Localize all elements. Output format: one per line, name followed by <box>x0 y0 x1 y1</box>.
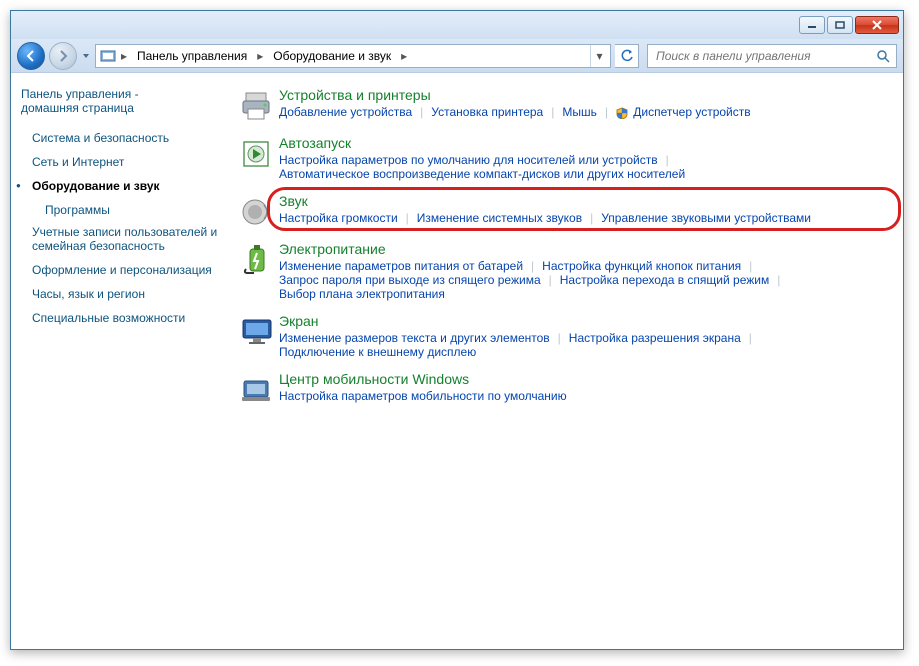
maximize-button[interactable] <box>827 16 853 34</box>
category-title[interactable]: Электропитание <box>279 241 889 257</box>
link-separator: | <box>777 273 780 287</box>
task-link[interactable]: Запрос пароля при выходе из спящего режи… <box>279 273 541 287</box>
back-button[interactable] <box>17 42 45 70</box>
chevron-right-icon[interactable]: ▸ <box>118 49 130 63</box>
minimize-button[interactable] <box>799 16 825 34</box>
task-link[interactable]: Выбор плана электропитания <box>279 287 445 301</box>
sidebar-item-0[interactable]: Система и безопасность <box>21 127 221 149</box>
sound-icon <box>235 193 279 229</box>
breadcrumb-dropdown[interactable]: ▾ <box>590 45 608 67</box>
link-separator: | <box>666 153 669 167</box>
link-separator: | <box>590 211 593 225</box>
address-bar: ▸ Панель управления ▸ Оборудование и зву… <box>11 39 903 73</box>
task-link[interactable]: Изменение параметров питания от батарей <box>279 259 523 273</box>
search-icon <box>876 49 890 63</box>
category-title[interactable]: Звук <box>279 193 889 209</box>
link-separator: | <box>531 259 534 273</box>
chevron-right-icon[interactable]: ▸ <box>398 49 410 63</box>
content-area: Панель управления - домашняя страница Си… <box>11 73 903 649</box>
link-separator: | <box>558 331 561 345</box>
link-separator: | <box>749 331 752 345</box>
task-link[interactable]: Настройка разрешения экрана <box>569 331 741 345</box>
task-link[interactable]: Настройка параметров мобильности по умол… <box>279 389 567 403</box>
sidebar-home-link[interactable]: Панель управления - домашняя страница <box>21 87 221 115</box>
autoplay-icon <box>235 135 279 181</box>
category-title[interactable]: Устройства и принтеры <box>279 87 889 103</box>
breadcrumb-root[interactable]: Панель управления <box>130 45 254 67</box>
link-separator: | <box>605 105 608 119</box>
link-separator: | <box>549 273 552 287</box>
sidebar-item-7[interactable]: Специальные возможности <box>21 307 221 329</box>
link-separator: | <box>406 211 409 225</box>
category-display: Экран Изменение размеров текста и других … <box>235 313 889 359</box>
shield-icon <box>616 107 628 119</box>
breadcrumb-current[interactable]: Оборудование и звук <box>266 45 398 67</box>
sidebar-item-4[interactable]: Учетные записи пользователей и семейная … <box>21 221 221 257</box>
search-box[interactable] <box>647 44 897 68</box>
link-separator: | <box>420 105 423 119</box>
task-link[interactable]: Настройка функций кнопок питания <box>542 259 741 273</box>
sidebar-item-1[interactable]: Сеть и Интернет <box>21 151 221 173</box>
task-link[interactable]: Установка принтера <box>431 105 543 119</box>
minimize-icon <box>807 21 817 29</box>
category-mobility: Центр мобильности Windows Настройка парам… <box>235 371 889 407</box>
sidebar: Панель управления - домашняя страница Си… <box>11 73 221 649</box>
task-link[interactable]: Подключение к внешнему дисплею <box>279 345 476 359</box>
task-link[interactable]: Управление звуковыми устройствами <box>601 211 811 225</box>
close-icon <box>871 20 883 30</box>
category-printer: Устройства и принтеры Добавление устройст… <box>235 87 889 123</box>
back-arrow-icon <box>24 49 38 63</box>
control-panel-window: ▸ Панель управления ▸ Оборудование и зву… <box>10 10 904 650</box>
nav-dropdown-icon[interactable] <box>81 44 91 68</box>
task-link[interactable]: Изменение системных звуков <box>417 211 582 225</box>
category-sound: Звук Настройка громкости | Изменение систем… <box>235 193 889 229</box>
sidebar-item-3[interactable]: Программы <box>21 199 221 221</box>
refresh-button[interactable] <box>615 44 639 68</box>
category-title[interactable]: Автозапуск <box>279 135 889 151</box>
power-icon <box>235 241 279 301</box>
sidebar-item-5[interactable]: Оформление и персонализация <box>21 259 221 281</box>
printer-icon <box>235 87 279 123</box>
task-link[interactable]: Настройка параметров по умолчанию для но… <box>279 153 658 167</box>
search-input[interactable] <box>654 48 876 64</box>
close-button[interactable] <box>855 16 899 34</box>
task-link[interactable]: Диспетчер устройств <box>616 105 751 119</box>
sidebar-item-2[interactable]: Оборудование и звук <box>21 175 221 197</box>
mobility-icon <box>235 371 279 407</box>
display-icon <box>235 313 279 359</box>
breadcrumb-bar[interactable]: ▸ Панель управления ▸ Оборудование и зву… <box>95 44 611 68</box>
category-autoplay: Автозапуск Настройка параметров по умолча… <box>235 135 889 181</box>
refresh-icon <box>620 49 634 63</box>
task-link[interactable]: Настройка перехода в спящий режим <box>560 273 769 287</box>
sidebar-item-6[interactable]: Часы, язык и регион <box>21 283 221 305</box>
link-separator: | <box>551 105 554 119</box>
task-link[interactable]: Мышь <box>562 105 597 119</box>
link-separator: | <box>749 259 752 273</box>
forward-arrow-icon <box>56 49 70 63</box>
category-power: Электропитание Изменение параметров питан… <box>235 241 889 301</box>
task-link[interactable]: Автоматическое воспроизведение компакт-д… <box>279 167 685 181</box>
category-title[interactable]: Центр мобильности Windows <box>279 371 889 387</box>
task-link[interactable]: Настройка громкости <box>279 211 398 225</box>
chevron-right-icon[interactable]: ▸ <box>254 49 266 63</box>
maximize-icon <box>835 21 845 29</box>
forward-button[interactable] <box>49 42 77 70</box>
task-link[interactable]: Добавление устройства <box>279 105 412 119</box>
category-title[interactable]: Экран <box>279 313 889 329</box>
control-panel-icon <box>98 46 118 66</box>
task-link[interactable]: Изменение размеров текста и других элеме… <box>279 331 550 345</box>
title-bar <box>11 11 903 39</box>
main-panel: Устройства и принтеры Добавление устройст… <box>221 73 903 649</box>
